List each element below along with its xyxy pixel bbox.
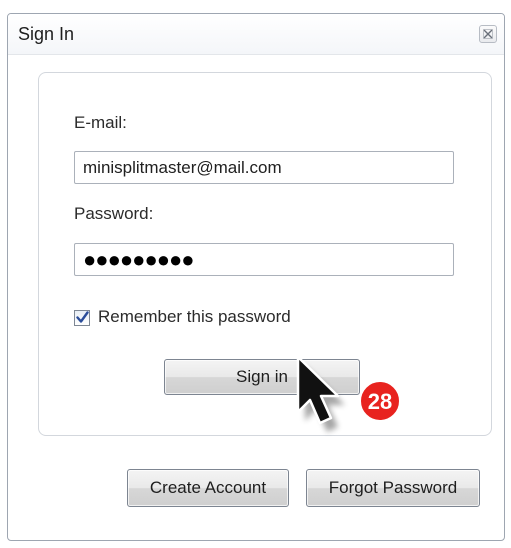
email-label: E-mail:	[74, 113, 127, 132]
remember-password-label[interactable]: Remember this password	[98, 307, 291, 327]
title-bar: Sign In	[8, 14, 504, 55]
remember-password-checkbox[interactable]	[74, 310, 90, 326]
sign-in-dialog: Sign In E-mail: minisplitmaster@mail.com…	[7, 13, 505, 541]
step-number-badge: 28	[357, 378, 403, 424]
mouse-pointer-icon	[292, 353, 362, 443]
email-field[interactable]: minisplitmaster@mail.com	[74, 151, 454, 184]
password-label: Password:	[74, 204, 154, 223]
password-value: ●●●●●●●●●	[83, 247, 195, 272]
close-button[interactable]	[479, 25, 497, 43]
window-title: Sign In	[18, 24, 75, 44]
step-number-text: 28	[368, 389, 392, 414]
create-account-button[interactable]: Create Account	[127, 469, 289, 507]
password-field[interactable]: ●●●●●●●●●	[74, 243, 454, 276]
credentials-panel: E-mail: minisplitmaster@mail.com Passwor…	[38, 72, 492, 436]
forgot-password-button[interactable]: Forgot Password	[306, 469, 480, 507]
